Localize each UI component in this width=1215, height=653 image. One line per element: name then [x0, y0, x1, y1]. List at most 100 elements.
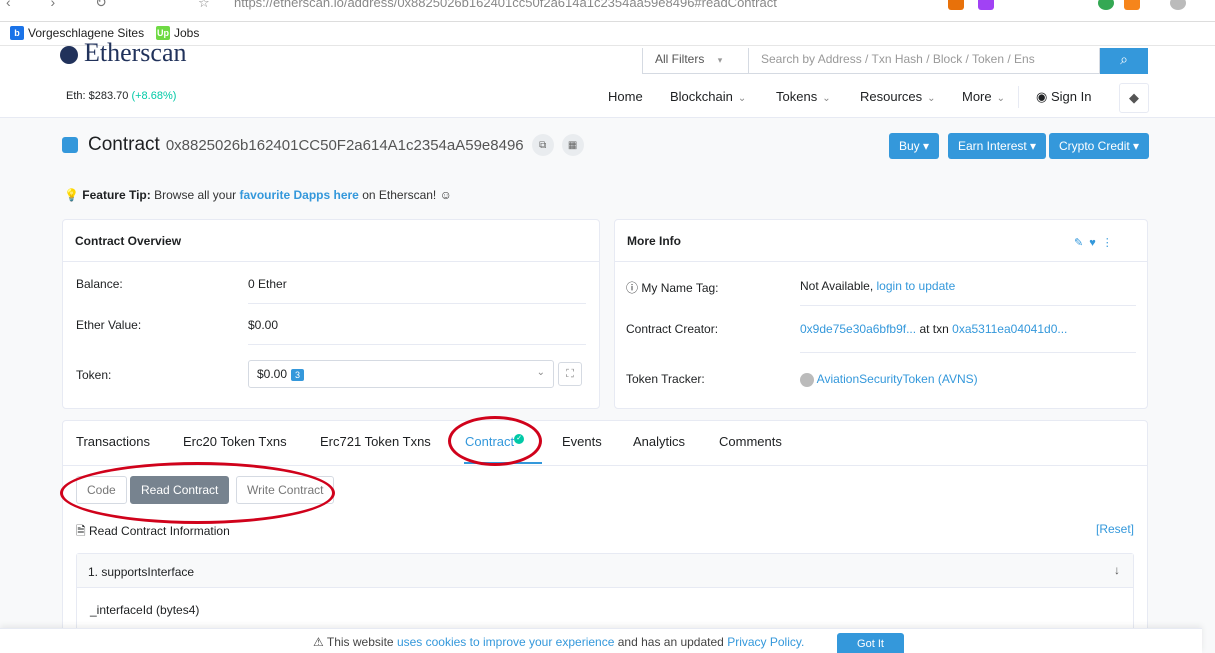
value-text: Not Available,	[800, 279, 874, 293]
tip-dapps-link[interactable]: favourite Dapps here	[239, 188, 358, 202]
etherscan-logo-icon	[60, 46, 78, 65]
eth-price-value: Eth: $283.70	[66, 90, 129, 102]
cookie-banner: ⚠ This website uses cookies to improve y…	[0, 628, 1202, 653]
qr-code-icon[interactable]: ▦	[561, 134, 584, 156]
chevron-down-icon: ⌄	[927, 93, 936, 104]
nav-divider	[1018, 86, 1019, 108]
balance-value: 0 Ether	[248, 277, 287, 291]
nav-more[interactable]: More ⌄	[962, 89, 1005, 104]
nav-label: Sign In	[1050, 89, 1092, 104]
cookie-mid: and has an updated	[617, 635, 724, 649]
logo-text: Etherscan	[84, 38, 187, 67]
profile-icon[interactable]	[1170, 0, 1186, 10]
creator-address-link[interactable]: 0x9de75e30a6bfb9f...	[800, 322, 916, 336]
nav-resources[interactable]: Resources ⌄	[860, 89, 936, 104]
reset-link[interactable]: [Reset]	[1096, 522, 1134, 536]
name-tag-label: ⓘ My Name Tag:	[626, 279, 719, 296]
nav-label: Tokens	[776, 89, 818, 104]
tab-events[interactable]: Events	[562, 434, 602, 449]
nav-blockchain[interactable]: Blockchain ⌄	[670, 89, 746, 104]
chevron-down-icon: ▾	[717, 55, 723, 65]
function-name: 1. supportsInterface	[88, 565, 195, 579]
token-tracker-label: Token Tracker:	[626, 372, 705, 386]
browser-url-bar: ‹ › ↻ ☆ https://etherscan.io/address/0x8…	[0, 0, 1215, 22]
name-tag-value: Not Available, login to update	[800, 279, 955, 293]
nav-home[interactable]: Home	[608, 89, 643, 104]
page-title: Contract 0x8825026b162401CC50F2a614A1c23…	[62, 134, 584, 156]
expand-icon[interactable]: ⛶	[558, 362, 582, 386]
nav-label: Resources	[860, 89, 923, 104]
contract-creator-value: 0x9de75e30a6bfb9f... at txn 0xa5311ea040…	[800, 322, 1067, 336]
token-tracker-value[interactable]: AviationSecurityToken (AVNS)	[800, 372, 978, 387]
tip-prefix: Feature Tip:	[82, 188, 151, 202]
address-bar[interactable]: https://etherscan.io/address/0x8825026b1…	[234, 0, 777, 10]
user-icon: ◉	[1036, 89, 1048, 104]
chevron-down-icon: ⌄	[536, 367, 545, 378]
chevron-down-icon: ⌄	[822, 93, 831, 104]
card-title: More Info	[615, 220, 1147, 262]
tab-transactions[interactable]: Transactions	[76, 434, 150, 449]
document-icon: 🗎	[76, 524, 86, 538]
eth-price-change: (+8.68%)	[131, 90, 177, 102]
button-label: Crypto Credit	[1059, 139, 1130, 153]
etherscan-logo[interactable]: Etherscan	[60, 38, 187, 68]
token-tracker-link[interactable]: AviationSecurityToken (AVNS)	[817, 372, 978, 386]
contract-address: 0x8825026b162401CC50F2a614A1c2354aA59e84…	[165, 136, 524, 154]
param-label: _interfaceId (bytes4)	[90, 603, 200, 617]
extension-icon[interactable]	[1098, 0, 1114, 10]
function-header[interactable]	[77, 554, 1133, 588]
tab-analytics[interactable]: Analytics	[633, 434, 685, 449]
ethereum-icon[interactable]: ◆	[1119, 83, 1149, 113]
cookies-link[interactable]: uses cookies to improve your experience	[397, 635, 614, 649]
row-divider	[248, 344, 586, 345]
site-header: Etherscan Eth: $283.70 (+8.68%) All Filt…	[0, 38, 1215, 118]
feature-tip: 💡 Feature Tip: Browse all your favourite…	[64, 188, 452, 202]
row-divider	[248, 303, 586, 304]
nav-label: Blockchain	[670, 89, 733, 104]
contract-creator-label: Contract Creator:	[626, 322, 719, 336]
tab-erc20-token-txns[interactable]: Erc20 Token Txns	[183, 434, 287, 449]
eth-price: Eth: $283.70 (+8.68%)	[66, 90, 176, 102]
creator-txn-link[interactable]: 0xa5311ea04041d0...	[952, 322, 1067, 336]
search-input[interactable]: Search by Address / Txn Hash / Block / T…	[749, 48, 1100, 74]
nav-label: More	[962, 89, 992, 104]
read-contract-heading: 🗎 Read Contract Information	[76, 522, 230, 543]
earn-interest-button[interactable]: Earn Interest ▾	[948, 133, 1047, 159]
row-divider	[800, 305, 1136, 306]
cookie-pre: This website	[326, 635, 394, 649]
cookie-text: ⚠ This website uses cookies to improve y…	[313, 635, 804, 649]
got-it-button[interactable]: Got It	[837, 633, 904, 653]
heading-text: Read Contract Information	[89, 524, 230, 538]
balance-label: Balance:	[76, 277, 123, 291]
tab-comments[interactable]: Comments	[719, 434, 782, 449]
more-info-actions[interactable]: ✎♥⋮	[1074, 236, 1119, 249]
copy-icon[interactable]: ⧉	[531, 134, 554, 156]
nav-tokens[interactable]: Tokens ⌄	[776, 89, 831, 104]
creator-mid-text: at txn	[919, 322, 949, 336]
token-holdings-dropdown[interactable]: $0.00 3 ⌄	[248, 360, 554, 388]
lightbulb-icon: 💡	[64, 188, 79, 202]
nav-sign-in[interactable]: ◉ Sign In	[1036, 89, 1091, 105]
extension-icon[interactable]	[948, 0, 964, 10]
tab-erc721-token-txns[interactable]: Erc721 Token Txns	[320, 434, 431, 449]
privacy-policy-link[interactable]: Privacy Policy.	[727, 635, 804, 649]
token-label: Token:	[76, 368, 112, 382]
extension-icon[interactable]	[978, 0, 994, 10]
search-filter-select[interactable]: All Filters ▾	[642, 48, 749, 74]
annotation-circle	[60, 462, 335, 524]
token-count-badge: 3	[291, 369, 305, 381]
arrow-down-icon[interactable]: ↓	[1114, 563, 1120, 577]
browser-nav-icons[interactable]: ‹ › ↻	[6, 0, 125, 11]
search-icon: ⌕	[1120, 51, 1128, 67]
star-icon[interactable]: ☆	[198, 0, 210, 11]
tip-text: Browse all your	[154, 188, 237, 202]
search-button[interactable]: ⌕	[1100, 48, 1148, 74]
token-logo-icon	[800, 372, 814, 387]
contract-label: Contract	[88, 134, 160, 155]
buy-button[interactable]: Buy ▾	[889, 133, 940, 159]
crypto-credit-button[interactable]: Crypto Credit ▾	[1049, 133, 1150, 159]
ether-value: $0.00	[248, 318, 279, 332]
login-link[interactable]: login to update	[877, 279, 956, 293]
extension-icon[interactable]	[1124, 0, 1140, 10]
contract-icon	[62, 137, 78, 153]
